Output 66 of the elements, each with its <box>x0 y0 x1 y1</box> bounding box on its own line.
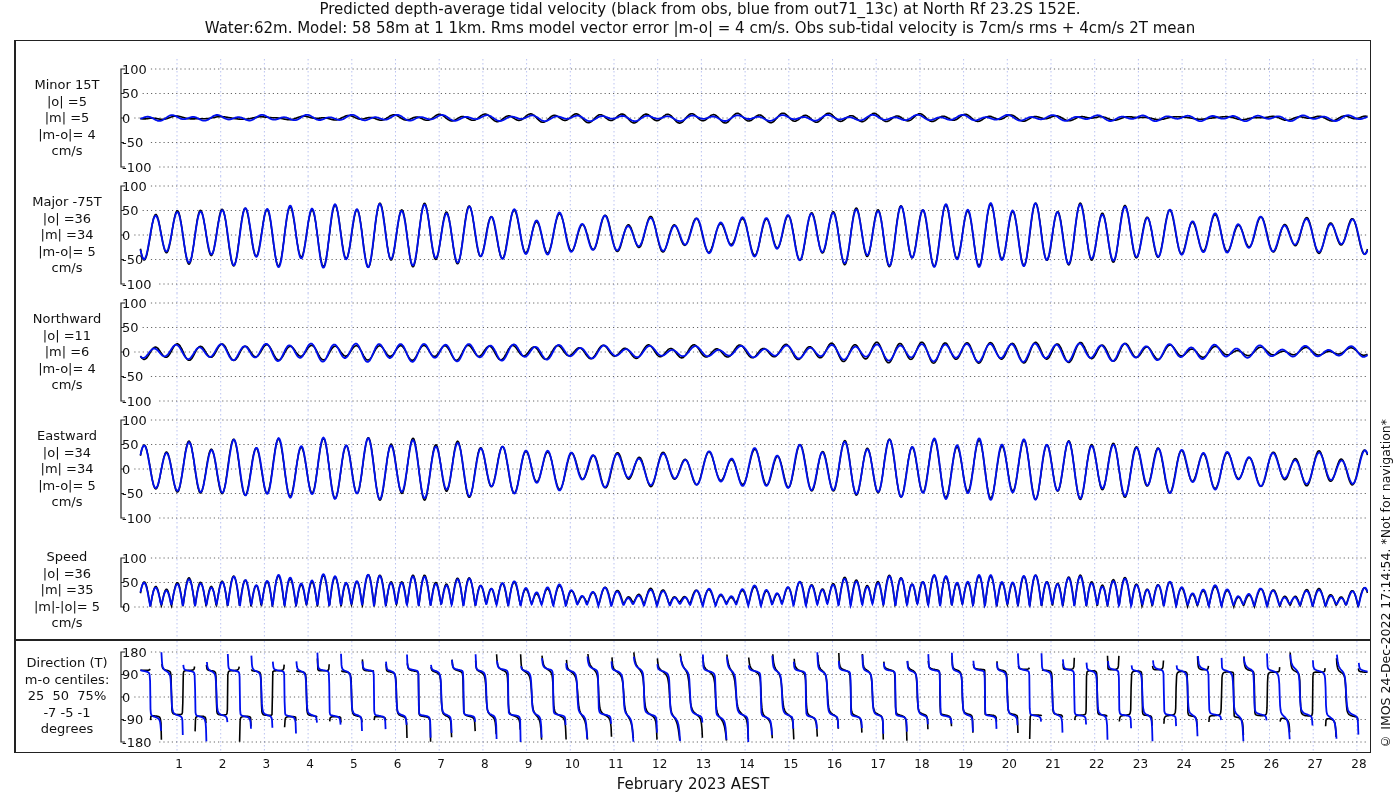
x-tick-label: 23 <box>1132 757 1149 771</box>
x-tick-label: 27 <box>1307 757 1323 771</box>
y-tick-label: 0 <box>122 110 131 126</box>
x-tick-label: 13 <box>695 757 712 771</box>
y-tick-label: 180 <box>122 644 147 660</box>
y-tick-label: 50 <box>122 575 139 590</box>
panel-label: Minor 15T |o| =5 |m| =5 |m-o|= 4 cm/s <box>33 76 101 160</box>
panel-label: Eastward |o| =34 |m| =34 |m-o|= 5 cm/s <box>36 427 98 511</box>
x-tick-label: 8 <box>481 757 489 771</box>
y-tick-label: 90 <box>122 667 139 682</box>
panel-label: Major -75T |o| =36 |m| =34 |m-o|= 5 cm/s <box>31 193 103 277</box>
y-tick-label: 50 <box>122 203 139 218</box>
chart-title: Predicted depth-average tidal velocity (black from obs, blue from out71_13c) at North Rf 23.2S 152E. <box>318 0 1082 19</box>
y-tick-label: 50 <box>122 437 139 452</box>
x-tick-label: 22 <box>1089 757 1105 771</box>
x-tick-label: 11 <box>608 757 624 771</box>
x-tick-label: 18 <box>914 757 930 771</box>
x-tick-label: 25 <box>1220 757 1236 771</box>
y-tick-label: -50 <box>122 135 144 150</box>
y-tick-label: -50 <box>122 369 144 384</box>
x-tick-label: 10 <box>564 757 580 771</box>
y-tick-label: 100 <box>122 412 147 428</box>
x-tick-label: 19 <box>957 757 974 771</box>
x-tick-label: 3 <box>262 757 271 771</box>
x-tick-label: 15 <box>783 757 799 771</box>
x-tick-label: 5 <box>350 757 358 771</box>
y-tick-label: 0 <box>122 227 131 243</box>
y-tick-label: -100 <box>122 510 152 526</box>
x-tick-label: 9 <box>524 757 533 771</box>
y-tick-label: 100 <box>122 295 147 311</box>
y-tick-label: -100 <box>122 159 152 175</box>
x-tick-label: 2 <box>218 757 227 771</box>
x-axis-label: February 2023 AEST <box>615 775 771 793</box>
y-tick-label: 50 <box>122 320 139 335</box>
y-tick-label: 0 <box>122 461 131 477</box>
copyright-note: © IMOS 24-Dec-2022 17:14:54. *Not for navigation* <box>1378 419 1393 751</box>
panel-label: Northward |o| =11 |m| =6 |m-o|= 4 cm/s <box>31 310 103 394</box>
x-tick-label: 28 <box>1351 757 1367 771</box>
panel-label: Speed |o| =36 |m| =35 |m|-|o|= 5 cm/s <box>32 548 102 632</box>
chart-title: Water:62m. Model: 58 58m at 1 1km. Rms model vector error |m-o| = 4 cm/s. Obs sub-tidal velocity is 7cm/s rms + 4cm/s 2T mean <box>203 19 1197 38</box>
y-tick-label: 100 <box>122 178 147 194</box>
x-tick-label: 17 <box>870 757 886 771</box>
x-tick-label: 24 <box>1176 757 1192 771</box>
y-tick-label: 100 <box>122 61 147 77</box>
x-tick-label: 26 <box>1263 757 1280 771</box>
y-tick-label: -50 <box>122 252 144 267</box>
y-tick-label: 100 <box>122 550 147 566</box>
x-tick-label: 12 <box>652 757 668 771</box>
y-tick-label: 0 <box>122 344 131 360</box>
x-tick-label: 6 <box>393 757 402 771</box>
y-tick-label: -90 <box>122 712 144 727</box>
y-tick-label: 50 <box>122 86 139 101</box>
y-tick-label: -50 <box>122 486 144 501</box>
x-tick-label: 20 <box>1001 757 1017 771</box>
x-tick-label: 4 <box>306 757 314 771</box>
x-tick-label: 16 <box>826 757 843 771</box>
x-tick-label: 21 <box>1045 757 1061 771</box>
x-tick-label: 14 <box>739 757 755 771</box>
y-tick-label: 0 <box>122 689 131 705</box>
y-tick-label: -100 <box>122 393 152 409</box>
x-tick-label: 1 <box>175 757 183 771</box>
x-tick-label: 7 <box>437 757 445 771</box>
y-tick-label: 0 <box>122 599 131 615</box>
y-tick-label: -180 <box>122 734 152 750</box>
y-tick-label: -100 <box>122 276 152 292</box>
panel-label: Direction (T) m-o centiles: 25 50 75% -7 -5 -1 degrees <box>23 654 111 738</box>
